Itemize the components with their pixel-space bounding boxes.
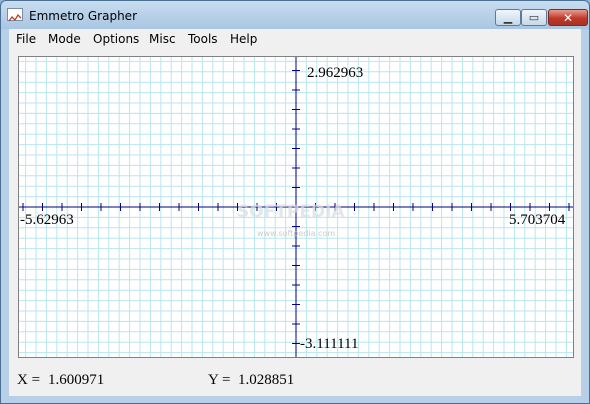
menu-misc[interactable]: Misc: [149, 32, 176, 46]
menu-mode[interactable]: Mode: [48, 32, 81, 46]
watermark: SOFTPEDIA: [237, 202, 345, 222]
menu-options[interactable]: Options: [93, 32, 139, 46]
menu-help[interactable]: Help: [230, 32, 257, 46]
y-coord-label: Y =: [208, 372, 231, 388]
y-min-label: -3.111111: [300, 336, 358, 352]
client-area: File Mode Options Misc Tools Help SOFTPE…: [9, 29, 581, 396]
y-max-label: 2.962963: [307, 65, 363, 81]
x-coord-label: X =: [17, 372, 41, 388]
menu-tools[interactable]: Tools: [188, 32, 218, 46]
window-title: Emmetro Grapher: [29, 9, 137, 23]
app-window: Emmetro Grapher ▁ ▭ ✕ File Mode Options …: [0, 0, 590, 404]
close-icon: ✕: [562, 11, 574, 25]
watermark-url: www.softpedia.com: [257, 229, 335, 238]
maximize-icon: ▭: [528, 11, 540, 24]
maximize-button[interactable]: ▭: [521, 9, 547, 26]
y-coord-value: 1.028851: [238, 372, 295, 388]
app-graph-icon: [7, 8, 23, 22]
menu-file[interactable]: File: [16, 32, 36, 46]
title-bar[interactable]: Emmetro Grapher ▁ ▭ ✕: [1, 1, 589, 29]
menu-bar: File Mode Options Misc Tools Help: [9, 29, 581, 49]
status-bar: X = 1.600971 Y = 1.028851: [9, 362, 581, 396]
x-min-label: -5.62963: [20, 212, 74, 228]
x-coord-value: 1.600971: [48, 372, 105, 388]
x-max-label: 5.703704: [509, 212, 566, 228]
graph-canvas[interactable]: SOFTPEDIA www.softpedia.com 2.962963 -3.…: [18, 56, 574, 358]
minimize-button[interactable]: ▁: [495, 9, 521, 26]
graph-svg: SOFTPEDIA www.softpedia.com 2.962963 -3.…: [19, 57, 573, 357]
close-button[interactable]: ✕: [548, 9, 588, 26]
minimize-icon: ▁: [503, 11, 513, 24]
